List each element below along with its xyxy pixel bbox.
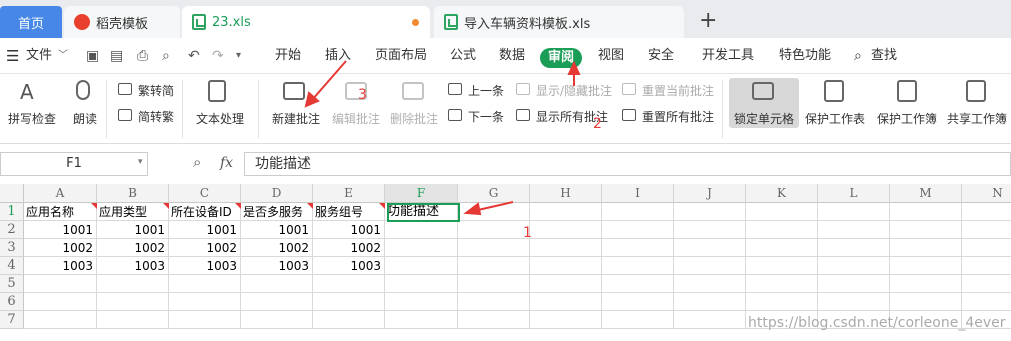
arrow-to-new-comment (311, 60, 347, 101)
annotation-arrows (304, 60, 581, 216)
annotation-number-2: 2 (593, 116, 602, 132)
annotation-number-1: 1 (523, 225, 532, 241)
annotation-number-3: 3 (358, 87, 367, 103)
watermark: https://blog.csdn.net/corleone_4ever (748, 315, 1006, 331)
arrow-to-cell-f1 (477, 201, 514, 211)
arrow-head (463, 202, 482, 216)
arrow-head (567, 60, 581, 75)
